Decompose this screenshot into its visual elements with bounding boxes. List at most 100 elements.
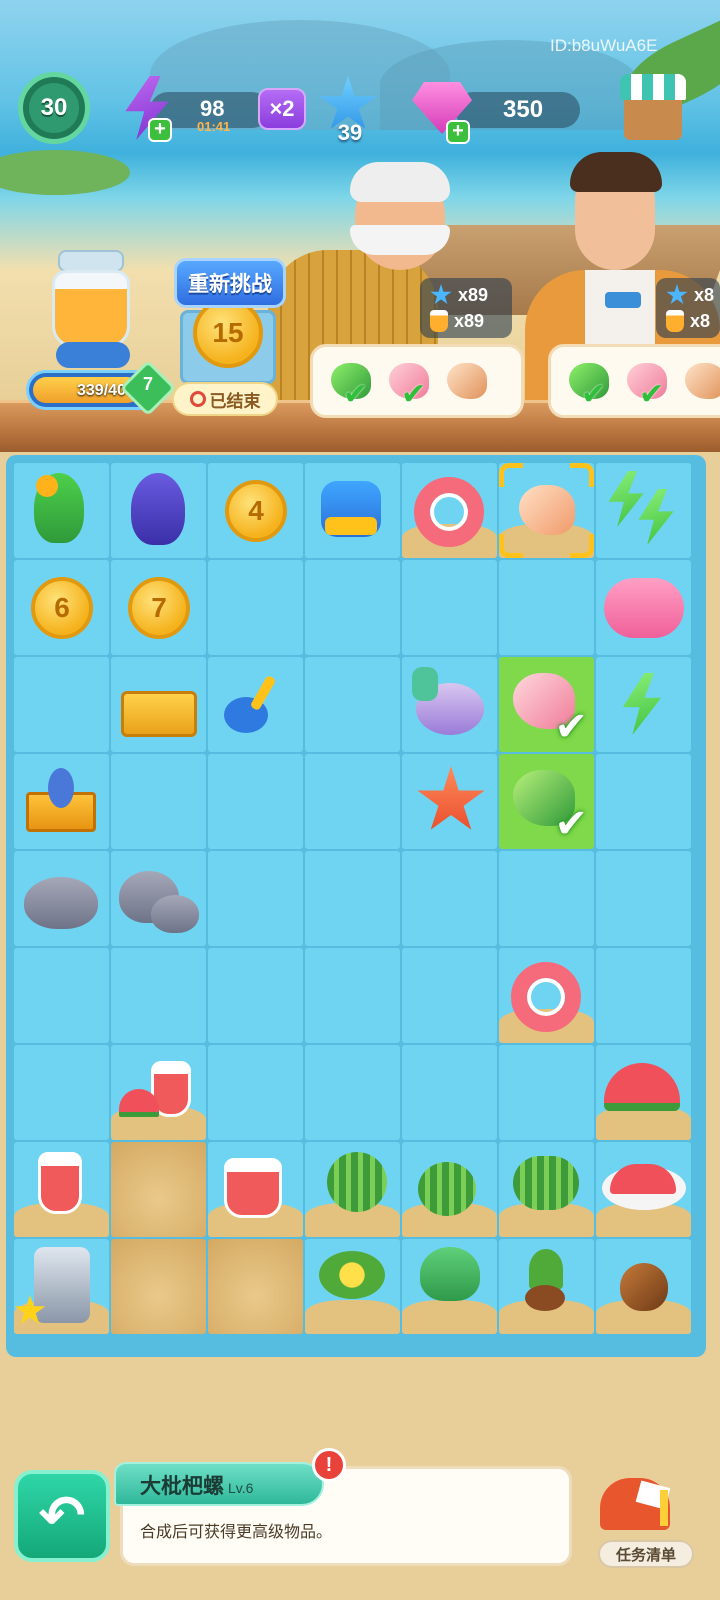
shop-stall-icon[interactable] bbox=[620, 74, 686, 144]
board-cell[interactable] bbox=[305, 657, 400, 752]
board-cell[interactable] bbox=[305, 1239, 400, 1334]
board-cell[interactable] bbox=[208, 948, 303, 1043]
board-cell[interactable] bbox=[402, 851, 497, 946]
board-cell[interactable] bbox=[14, 948, 109, 1043]
board-cell[interactable] bbox=[111, 754, 206, 849]
alert-icon[interactable]: ! bbox=[312, 1448, 346, 1482]
board-cell[interactable] bbox=[14, 1045, 109, 1140]
board-cell[interactable] bbox=[596, 1045, 691, 1140]
board-cell[interactable] bbox=[111, 851, 206, 946]
board-cell[interactable] bbox=[208, 657, 303, 752]
board-cell[interactable] bbox=[402, 948, 497, 1043]
board-cell[interactable] bbox=[402, 463, 497, 558]
watermelon-icon bbox=[327, 1152, 387, 1212]
order-item-pink-conch: ✔ bbox=[387, 359, 431, 411]
board-cell[interactable] bbox=[596, 1142, 691, 1237]
board-cell[interactable] bbox=[402, 1045, 497, 1140]
board-cell[interactable] bbox=[305, 1142, 400, 1237]
order-item-spiral-shell bbox=[683, 359, 720, 403]
board-cell[interactable] bbox=[596, 463, 691, 558]
board-cell-completed[interactable]: ✔ bbox=[499, 657, 594, 752]
board-cell[interactable] bbox=[305, 754, 400, 849]
board-cell[interactable] bbox=[499, 560, 594, 655]
board-cell[interactable] bbox=[208, 851, 303, 946]
watermelon-icon bbox=[418, 1162, 476, 1216]
board-cell[interactable] bbox=[305, 463, 400, 558]
board-cell[interactable] bbox=[596, 1239, 691, 1334]
board-cell[interactable] bbox=[208, 1045, 303, 1140]
task-list-button[interactable]: 任务清单 bbox=[598, 1540, 694, 1568]
player-level-badge[interactable]: 30 bbox=[18, 72, 90, 144]
board-cell[interactable] bbox=[499, 851, 594, 946]
board-cell[interactable] bbox=[499, 1142, 594, 1237]
order-jar-reward: x89 bbox=[454, 310, 485, 331]
board-cell[interactable] bbox=[111, 657, 206, 752]
flamingo-float-icon bbox=[604, 578, 684, 638]
order-item-spiral-shell bbox=[445, 359, 489, 403]
board-cell[interactable] bbox=[111, 463, 206, 558]
check-icon: ✔ bbox=[343, 378, 369, 411]
board-cell[interactable] bbox=[208, 754, 303, 849]
green-bolt-icon bbox=[622, 673, 662, 735]
board-cell-completed[interactable]: ✔ bbox=[499, 754, 594, 849]
juice-glass-icon bbox=[38, 1152, 82, 1214]
board-cell[interactable]: 6 bbox=[14, 560, 109, 655]
board-cell[interactable] bbox=[402, 1142, 497, 1237]
board-cell[interactable]: 7 bbox=[111, 560, 206, 655]
board-cell[interactable] bbox=[14, 851, 109, 946]
check-icon: ✔ bbox=[581, 378, 607, 411]
add-gems-button[interactable]: + bbox=[446, 120, 470, 144]
board-cell-selected[interactable] bbox=[499, 463, 594, 558]
board-cell[interactable] bbox=[402, 560, 497, 655]
board-cell-sand[interactable] bbox=[208, 1239, 303, 1334]
shop-body bbox=[624, 100, 682, 140]
board-cell[interactable] bbox=[14, 754, 109, 849]
board-cell[interactable] bbox=[596, 754, 691, 849]
board-cell[interactable] bbox=[596, 560, 691, 655]
jar-body bbox=[52, 270, 130, 348]
board-cell[interactable] bbox=[14, 463, 109, 558]
starfish-icon bbox=[417, 766, 485, 830]
honey-jar-icon bbox=[430, 310, 448, 332]
order-card-1[interactable]: ✔ ✔ bbox=[310, 344, 524, 418]
add-energy-button[interactable]: + bbox=[148, 118, 172, 142]
board-cell[interactable] bbox=[14, 1239, 109, 1334]
board-cell[interactable] bbox=[305, 560, 400, 655]
board-cell[interactable] bbox=[596, 851, 691, 946]
board-cell[interactable] bbox=[14, 1142, 109, 1237]
rock-icon bbox=[24, 877, 98, 929]
board-cell[interactable] bbox=[402, 754, 497, 849]
check-icon: ✔ bbox=[639, 378, 665, 411]
board-cell[interactable] bbox=[499, 1045, 594, 1140]
rechallenge-button[interactable]: 重新挑战 bbox=[174, 258, 286, 308]
gem-value: 350 bbox=[503, 96, 544, 123]
board-cell-sand[interactable] bbox=[111, 1239, 206, 1334]
board-cell[interactable] bbox=[305, 1045, 400, 1140]
board-cell[interactable] bbox=[14, 657, 109, 752]
multiplier-button[interactable]: ×2 bbox=[258, 88, 306, 130]
board-cell[interactable] bbox=[402, 657, 497, 752]
surfboard-icon bbox=[48, 768, 74, 808]
board-cell[interactable]: 4 bbox=[208, 463, 303, 558]
board-cell[interactable] bbox=[402, 1239, 497, 1334]
board-cell[interactable] bbox=[499, 948, 594, 1043]
mailbox-icon[interactable] bbox=[600, 1478, 682, 1544]
board-cell[interactable] bbox=[305, 948, 400, 1043]
parrot-beak-icon bbox=[36, 475, 58, 497]
order-card-2[interactable]: ✔ ✔ bbox=[548, 344, 720, 418]
order-item-pink-conch: ✔ bbox=[625, 359, 669, 411]
board-cell[interactable] bbox=[305, 851, 400, 946]
gem-counter[interactable]: 350 bbox=[455, 92, 580, 128]
board-cell[interactable] bbox=[111, 948, 206, 1043]
board-cell-sand[interactable] bbox=[111, 1142, 206, 1237]
board-cell[interactable] bbox=[499, 1239, 594, 1334]
back-button[interactable]: ↶ bbox=[14, 1470, 110, 1562]
board-cell[interactable] bbox=[208, 1142, 303, 1237]
selection-corner bbox=[570, 534, 594, 558]
board-cell[interactable] bbox=[596, 948, 691, 1043]
energy-timer: 01:41 bbox=[197, 119, 231, 134]
board-cell[interactable] bbox=[208, 560, 303, 655]
board-cell[interactable] bbox=[596, 657, 691, 752]
board-cell[interactable] bbox=[111, 1045, 206, 1140]
honey-jar-icon[interactable] bbox=[52, 250, 130, 350]
